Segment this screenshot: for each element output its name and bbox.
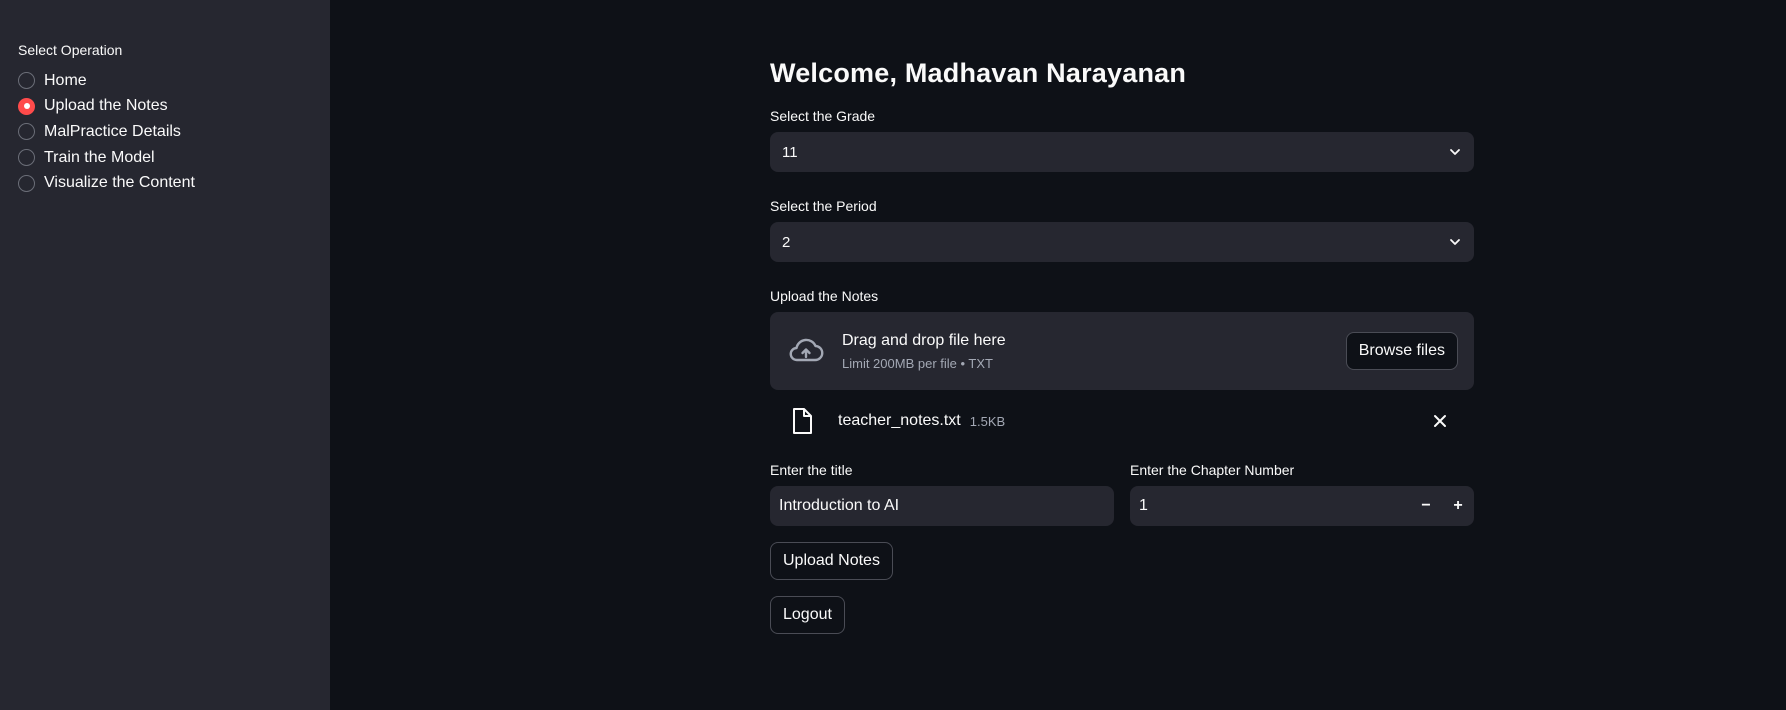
radio-circle-icon[interactable] bbox=[18, 149, 35, 167]
upload-label: Upload the Notes bbox=[770, 288, 879, 304]
radio-label: Upload the Notes bbox=[44, 97, 168, 115]
chapter-value[interactable]: 1 bbox=[1139, 497, 1148, 515]
page-title: Welcome, Madhavan Narayanan bbox=[770, 58, 1187, 88]
period-value: 2 bbox=[782, 233, 791, 251]
radio-option-malpractice[interactable]: MalPractice Details bbox=[18, 119, 312, 145]
radio-label: Train the Model bbox=[44, 148, 155, 166]
browse-files-button[interactable]: Browse files bbox=[1345, 332, 1458, 370]
grade-label: Select the Grade bbox=[770, 108, 876, 124]
chapter-label: Enter the Chapter Number bbox=[1130, 462, 1295, 478]
dropzone-title: Drag and drop file here bbox=[842, 331, 1006, 349]
file-dropzone[interactable]: Drag and drop file here Limit 200MB per … bbox=[770, 312, 1474, 390]
radio-option-visualize[interactable]: Visualize the Content bbox=[18, 170, 312, 196]
title-chapter-row: Enter the title Introduction to AI Enter… bbox=[770, 462, 1474, 526]
grade-value: 11 bbox=[782, 143, 798, 161]
title-input[interactable]: Introduction to AI bbox=[770, 486, 1114, 526]
radio-label: MalPractice Details bbox=[44, 122, 181, 140]
chevron-down-icon bbox=[1450, 239, 1460, 245]
main-content: Welcome, Madhavan Narayanan Select the G… bbox=[770, 58, 1474, 634]
file-size: 1.5KB bbox=[969, 413, 1006, 429]
upload-notes-button[interactable]: Upload Notes bbox=[770, 542, 893, 580]
cloud-upload-icon bbox=[789, 338, 824, 362]
radio-circle-icon[interactable] bbox=[18, 174, 35, 192]
radio-option-train-model[interactable]: Train the Model bbox=[18, 145, 312, 171]
minus-icon[interactable]: − bbox=[1410, 486, 1442, 526]
file-name: teacher_notes.txt bbox=[838, 412, 961, 429]
radio-label: Visualize the Content bbox=[44, 174, 195, 192]
grade-select[interactable]: 11 bbox=[770, 132, 1474, 172]
title-label: Enter the title bbox=[770, 462, 853, 478]
chapter-number-input[interactable]: 1 − + bbox=[1130, 486, 1474, 526]
dropzone-text: Drag and drop file here Limit 200MB per … bbox=[842, 332, 1346, 371]
close-icon[interactable] bbox=[1432, 413, 1448, 429]
radio-selected-icon[interactable] bbox=[18, 97, 35, 115]
title-column: Enter the title Introduction to AI bbox=[770, 462, 1114, 526]
radio-circle-icon[interactable] bbox=[18, 123, 35, 141]
dropzone-limit: Limit 200MB per file • TXT bbox=[842, 355, 993, 371]
sidebar: Select Operation Home Upload the Notes M… bbox=[0, 0, 330, 710]
chapter-column: Enter the Chapter Number 1 − + bbox=[1130, 462, 1474, 526]
plus-icon[interactable]: + bbox=[1442, 486, 1474, 526]
operation-radio-group: Home Upload the Notes MalPractice Detail… bbox=[18, 68, 312, 196]
radio-option-upload-notes[interactable]: Upload the Notes bbox=[18, 94, 312, 120]
radio-circle-icon[interactable] bbox=[18, 72, 35, 90]
sidebar-label: Select Operation bbox=[18, 42, 123, 58]
stepper-buttons: − + bbox=[1410, 486, 1474, 526]
radio-label: Home bbox=[44, 71, 87, 89]
file-icon bbox=[793, 408, 812, 434]
radio-option-home[interactable]: Home bbox=[18, 68, 312, 94]
logout-button[interactable]: Logout bbox=[770, 596, 845, 634]
period-select[interactable]: 2 bbox=[770, 222, 1474, 262]
period-label: Select the Period bbox=[770, 198, 877, 214]
chevron-down-icon bbox=[1450, 149, 1460, 155]
uploaded-file-row: teacher_notes.txt 1.5KB bbox=[770, 390, 1474, 452]
